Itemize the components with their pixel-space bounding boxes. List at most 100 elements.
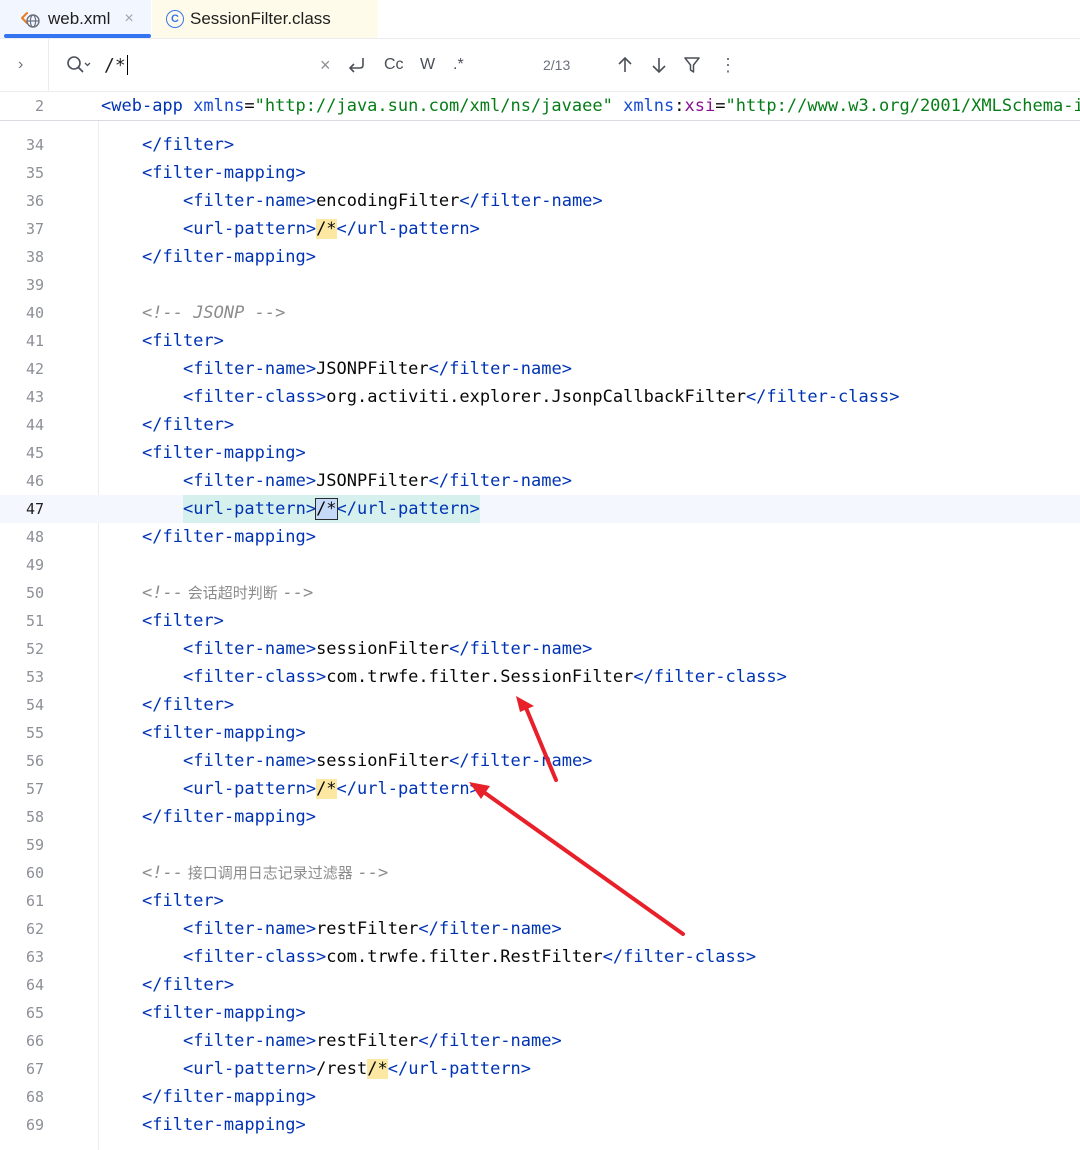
line-number: 37 <box>25 220 44 238</box>
whole-words-toggle[interactable]: W <box>420 39 435 91</box>
code-line[interactable]: 55 <filter-mapping> <box>0 719 1080 747</box>
tab-session-filter-class[interactable]: C SessionFilter.class <box>152 0 378 38</box>
line-number: 67 <box>25 1060 44 1078</box>
code-text: <!-- JSONP --> <box>142 303 286 323</box>
regex-toggle[interactable]: .* <box>453 39 464 91</box>
code-line[interactable]: 66 <filter-name>restFilter</filter-name> <box>0 1027 1080 1055</box>
line-number: 42 <box>25 360 44 378</box>
code-line[interactable]: 51 <filter> <box>0 607 1080 635</box>
code-line[interactable]: 69 <filter-mapping> <box>0 1111 1080 1139</box>
line-number: 69 <box>25 1116 44 1134</box>
code-line[interactable]: 36 <filter-name>encodingFilter</filter-na… <box>0 187 1080 215</box>
code-line[interactable]: 41 <filter> <box>0 327 1080 355</box>
code-line[interactable]: 63 <filter-class>com.trwfe.filter.RestFil… <box>0 943 1080 971</box>
line-number: 35 <box>25 164 44 182</box>
line-number: 36 <box>25 192 44 210</box>
code-line[interactable]: 58 </filter-mapping> <box>0 803 1080 831</box>
code-line[interactable]: 37 <url-pattern>/*</url-pattern> <box>0 215 1080 243</box>
code-line[interactable]: 39 <box>0 271 1080 299</box>
sticky-line[interactable]: 2 <web-app xmlns="http://java.sun.com/xm… <box>0 92 1080 121</box>
code-text: <filter-name>sessionFilter</filter-name> <box>183 639 593 659</box>
search-match: /* <box>316 779 337 799</box>
code-text: </filter> <box>142 135 235 155</box>
code-line[interactable]: 42 <filter-name>JSONPFilter</filter-name> <box>0 355 1080 383</box>
code-line[interactable]: 40 <!-- JSONP --> <box>0 299 1080 327</box>
code-text: <filter> <box>142 891 224 911</box>
match-case-toggle[interactable]: Cc <box>384 39 404 91</box>
close-icon[interactable]: × <box>124 10 133 28</box>
code-line[interactable]: 45 <filter-mapping> <box>0 439 1080 467</box>
code-line[interactable]: 38 </filter-mapping> <box>0 243 1080 271</box>
tab-label: web.xml <box>48 9 111 28</box>
search-match: /* <box>315 498 338 520</box>
tab-label: SessionFilter.class <box>190 9 331 28</box>
code-text: <filter-name>JSONPFilter</filter-name> <box>183 471 572 491</box>
line-number: 44 <box>25 416 44 434</box>
code-line[interactable]: 35 <filter-mapping> <box>0 159 1080 187</box>
code-line[interactable]: 59 <box>0 831 1080 859</box>
search-input[interactable]: /* <box>104 39 129 91</box>
line-number: 57 <box>25 780 44 798</box>
code-text: </filter> <box>142 415 235 435</box>
code-text: <filter-class>com.trwfe.filter.SessionFi… <box>183 667 787 687</box>
code-text: <filter> <box>142 611 224 631</box>
previous-occurrence-icon[interactable] <box>615 39 635 91</box>
line-number: 49 <box>25 556 44 574</box>
code-text: </filter> <box>142 695 235 715</box>
line-number: 39 <box>25 276 44 294</box>
more-options-icon[interactable]: ⋮ <box>719 39 737 91</box>
search-history-icon[interactable] <box>66 39 92 91</box>
next-occurrence-icon[interactable] <box>649 39 669 91</box>
line-number: 40 <box>25 304 44 322</box>
code-line[interactable]: 52 <filter-name>sessionFilter</filter-nam… <box>0 635 1080 663</box>
code-line[interactable]: 61 <filter> <box>0 887 1080 915</box>
text-caret <box>126 55 129 75</box>
expand-replace-icon[interactable]: › <box>18 39 23 91</box>
search-match: /* <box>316 219 337 239</box>
code-line[interactable]: 49 <box>0 551 1080 579</box>
code-line[interactable]: 54 </filter> <box>0 691 1080 719</box>
code-line[interactable]: 46 <filter-name>JSONPFilter</filter-name> <box>0 467 1080 495</box>
code-text: </filter-mapping> <box>142 247 316 267</box>
code-text: <filter-mapping> <box>142 163 306 183</box>
code-line[interactable]: 57 <url-pattern>/*</url-pattern> <box>0 775 1080 803</box>
code-text: </filter> <box>142 975 235 995</box>
code-text: <filter-class>com.trwfe.filter.RestFilte… <box>183 947 757 967</box>
line-number: 43 <box>25 388 44 406</box>
code-line[interactable]: 47 <url-pattern>/*</url-pattern> <box>0 495 1080 523</box>
line-number: 66 <box>25 1032 44 1050</box>
active-tab-indicator <box>4 34 151 38</box>
code-editor[interactable]: 2 <web-app xmlns="http://java.sun.com/xm… <box>0 92 1080 1150</box>
code-line[interactable]: 53 <filter-class>com.trwfe.filter.Session… <box>0 663 1080 691</box>
code-line[interactable]: 34 </filter> <box>0 131 1080 159</box>
code-line[interactable]: 48 </filter-mapping> <box>0 523 1080 551</box>
code-text: <!-- 会话超时判断 --> <box>142 583 314 603</box>
line-number: 52 <box>25 640 44 658</box>
line-number: 60 <box>25 864 44 882</box>
new-line-icon[interactable] <box>346 39 368 91</box>
code-line[interactable]: 64 </filter> <box>0 971 1080 999</box>
code-text: <filter-mapping> <box>142 443 306 463</box>
tab-web-xml[interactable]: web.xml × <box>0 0 151 38</box>
code-line[interactable]: 43 <filter-class>org.activiti.explorer.Js… <box>0 383 1080 411</box>
filter-icon[interactable] <box>682 39 702 91</box>
line-number: 54 <box>25 696 44 714</box>
code-line[interactable]: 62 <filter-name>restFilter</filter-name> <box>0 915 1080 943</box>
code-line[interactable]: 65 <filter-mapping> <box>0 999 1080 1027</box>
class-file-icon: C <box>166 10 184 28</box>
code-line[interactable]: 56 <filter-name>sessionFilter</filter-nam… <box>0 747 1080 775</box>
code-text: <url-pattern>/*</url-pattern> <box>183 495 480 523</box>
code-text: <filter> <box>142 331 224 351</box>
line-number: 41 <box>25 332 44 350</box>
code-line[interactable]: 44 </filter> <box>0 411 1080 439</box>
code-line[interactable]: 50 <!-- 会话超时判断 --> <box>0 579 1080 607</box>
line-number: 68 <box>25 1088 44 1106</box>
code-line[interactable]: 67 <url-pattern>/rest/*</url-pattern> <box>0 1055 1080 1083</box>
code-text: <filter-name>JSONPFilter</filter-name> <box>183 359 572 379</box>
code-line[interactable]: 60 <!-- 接口调用日志记录过滤器 --> <box>0 859 1080 887</box>
clear-search-icon[interactable]: × <box>320 39 331 91</box>
code-line[interactable]: 68 </filter-mapping> <box>0 1083 1080 1111</box>
line-number: 64 <box>25 976 44 994</box>
code-text: </filter-mapping> <box>142 1087 316 1107</box>
search-query: /* <box>104 54 126 76</box>
